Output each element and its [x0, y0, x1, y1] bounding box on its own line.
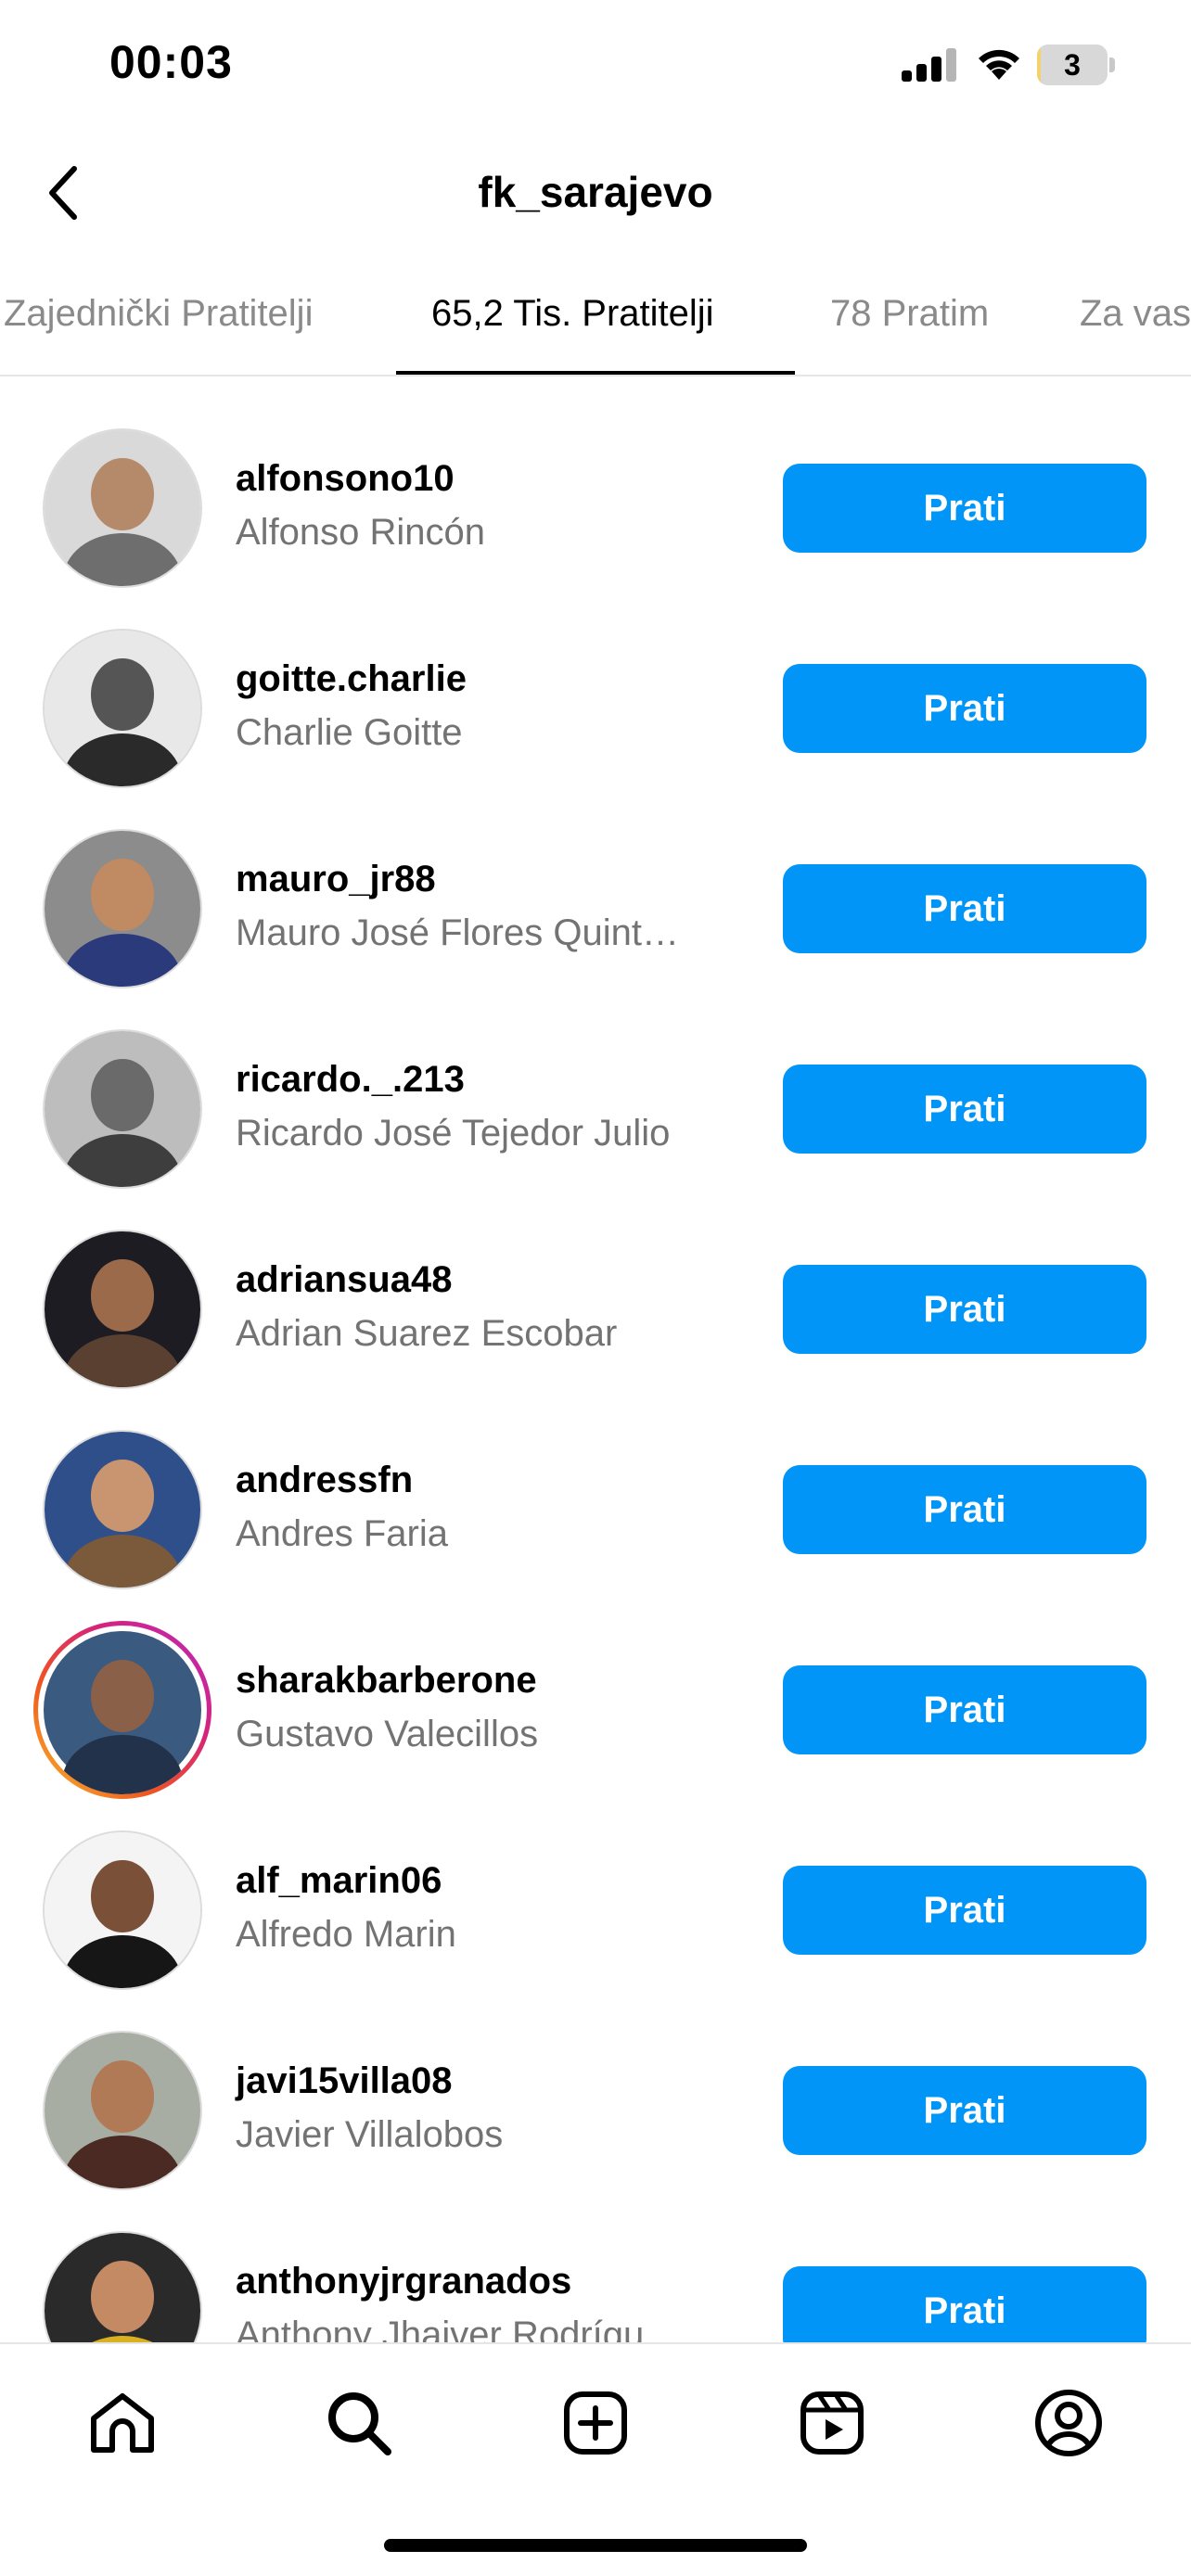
follow-button[interactable]: Prati — [783, 664, 1146, 753]
avatar[interactable] — [43, 1430, 202, 1589]
profile-icon[interactable] — [1027, 2381, 1110, 2465]
follow-button[interactable]: Prati — [783, 1065, 1146, 1154]
full-name: Gustavo Valecillos — [236, 1714, 539, 1754]
status-bar: 00:03 3 — [0, 0, 1191, 130]
followers-list[interactable]: alfonsono10 Alfonso Rincón Prati goitte.… — [0, 376, 1191, 2342]
avatar-with-story[interactable] — [33, 1621, 211, 1799]
username[interactable]: javi15villa08 — [236, 2060, 453, 2102]
full-name: Alfredo Marin — [236, 1914, 456, 1955]
tab-followers[interactable]: 65,2 Tis. Pratitelji — [431, 293, 714, 335]
full-name: Alfonso Rincón — [236, 512, 486, 553]
username[interactable]: goitte.charlie — [236, 658, 467, 700]
list-item[interactable]: alfonsono10 Alfonso Rincón Prati — [0, 376, 1191, 588]
follow-button[interactable]: Prati — [783, 2066, 1146, 2155]
page-title: fk_sarajevo — [478, 168, 713, 216]
follow-button[interactable]: Prati — [783, 464, 1146, 553]
username[interactable]: ricardo._.213 — [236, 1059, 465, 1101]
username[interactable]: alf_marin06 — [236, 1860, 442, 1902]
full-name: Andres Faria — [236, 1513, 448, 1554]
follow-button[interactable]: Prati — [783, 864, 1146, 953]
header: fk_sarajevo — [0, 139, 1191, 250]
list-item[interactable]: andressfn Andres Faria Prati — [0, 1378, 1191, 1589]
full-name: Adrian Suarez Escobar — [236, 1313, 618, 1354]
search-icon[interactable] — [317, 2381, 401, 2465]
avatar[interactable] — [43, 1230, 202, 1389]
full-name: Anthony Jhaiver Rodrígu — [236, 2315, 645, 2342]
list-item[interactable]: alf_marin06 Alfredo Marin Prati — [0, 1779, 1191, 1990]
username[interactable]: adriansua48 — [236, 1259, 452, 1301]
full-name: Mauro José Flores Quint… — [236, 912, 679, 953]
list-item[interactable]: goitte.charlie Charlie Goitte Prati — [0, 577, 1191, 788]
tab-for-you[interactable]: Za vas — [1080, 293, 1191, 335]
username[interactable]: alfonsono10 — [236, 458, 455, 500]
avatar[interactable] — [43, 2031, 202, 2190]
follow-button[interactable]: Prati — [783, 1265, 1146, 1354]
list-item[interactable]: adriansua48 Adrian Suarez Escobar Prati — [0, 1178, 1191, 1389]
battery-icon: 3 — [1037, 45, 1115, 85]
tab-mutual-followers[interactable]: Zajednički Pratitelji — [4, 293, 313, 335]
list-item[interactable]: sharakbarberone Gustavo Valecillos Prati — [0, 1578, 1191, 1794]
list-item[interactable]: anthonyjrgranados Anthony Jhaiver Rodríg… — [0, 2179, 1191, 2342]
reels-icon[interactable] — [790, 2381, 874, 2465]
home-indicator[interactable] — [384, 2539, 807, 2552]
list-item[interactable]: ricardo._.213 Ricardo José Tejedor Julio… — [0, 977, 1191, 1189]
follow-button[interactable]: Prati — [783, 2266, 1146, 2342]
tab-following[interactable]: 78 Pratim — [830, 293, 989, 335]
username[interactable]: anthonyjrgranados — [236, 2261, 571, 2302]
list-item[interactable]: javi15villa08 Javier Villalobos Prati — [0, 1979, 1191, 2190]
avatar[interactable] — [43, 1830, 202, 1990]
username[interactable]: mauro_jr88 — [236, 859, 436, 900]
list-item[interactable]: mauro_jr88 Mauro José Flores Quint… Prat… — [0, 777, 1191, 988]
username[interactable]: andressfn — [236, 1460, 413, 1501]
avatar[interactable] — [43, 1029, 202, 1189]
full-name: Ricardo José Tejedor Julio — [236, 1113, 671, 1154]
signal-icon — [902, 48, 959, 86]
plus-square-icon[interactable] — [554, 2381, 637, 2465]
active-tab-indicator — [396, 371, 795, 375]
follow-button[interactable]: Prati — [783, 1665, 1146, 1754]
wifi-icon — [974, 43, 1024, 86]
full-name: Javier Villalobos — [236, 2114, 504, 2155]
battery-level: 3 — [1064, 48, 1081, 82]
home-icon[interactable] — [81, 2381, 164, 2465]
avatar[interactable] — [43, 428, 202, 588]
avatar[interactable] — [43, 829, 202, 988]
follow-button[interactable]: Prati — [783, 1465, 1146, 1554]
status-time: 00:03 — [109, 36, 233, 88]
avatar[interactable] — [43, 2231, 202, 2342]
tabs: Zajednički Pratitelji 65,2 Tis. Pratitel… — [0, 267, 1191, 376]
follow-button[interactable]: Prati — [783, 1866, 1146, 1955]
avatar[interactable] — [43, 629, 202, 788]
username[interactable]: sharakbarberone — [236, 1660, 537, 1702]
full-name: Charlie Goitte — [236, 712, 463, 753]
